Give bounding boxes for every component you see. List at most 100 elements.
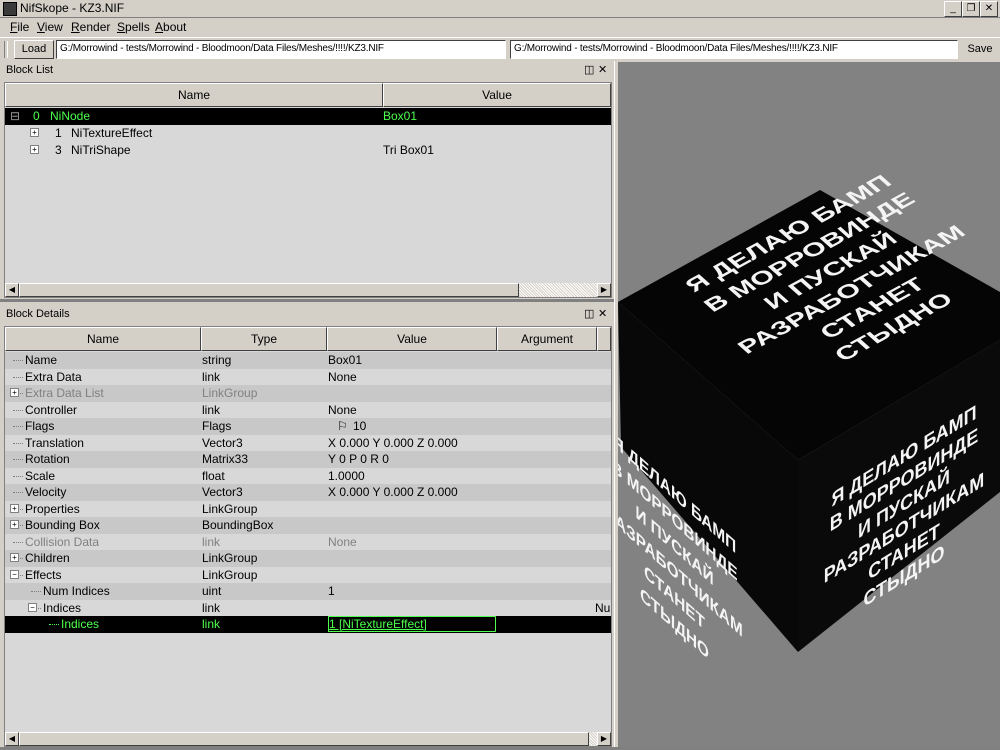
detail-row[interactable]: Indices link 1 [NiTextureEffect] (5, 616, 611, 633)
detail-row[interactable]: + Bounding Box BoundingBox (5, 517, 611, 534)
field-name: Indices (43, 600, 82, 615)
detail-row[interactable]: + Properties LinkGroup (5, 500, 611, 517)
block-details-panel: Block Details ◫ ✕ Name Type Value Argume… (0, 302, 614, 747)
column-header-argument[interactable]: Argument (497, 327, 597, 351)
scroll-left-icon[interactable]: ◀ (5, 732, 19, 746)
detail-row[interactable]: Flags Flags ⚐ 10 (5, 418, 611, 435)
detail-row[interactable]: − Indices link Nu (5, 599, 611, 616)
save-button[interactable]: Save (962, 41, 998, 58)
window-title: NifSkope - KZ3.NIF (20, 1, 125, 15)
detail-row[interactable]: Num Indices uint 1 (5, 583, 611, 600)
field-value[interactable]: X 0.000 Y 0.000 Z 0.000 (328, 435, 458, 451)
detail-row[interactable]: Translation Vector3 X 0.000 Y 0.000 Z 0.00… (5, 434, 611, 451)
restore-icon[interactable]: ❐ (962, 1, 980, 17)
tree-row-nitextureeffect[interactable]: + 1 NiTextureEffect (5, 125, 611, 142)
field-type: Matrix33 (202, 452, 249, 466)
flag-icon[interactable]: ⚐ (337, 418, 348, 434)
block-name: NiTriShape (71, 143, 131, 157)
collapse-icon[interactable]: ⊟ (10, 108, 20, 124)
float-icon[interactable]: ◫ (584, 307, 594, 320)
save-path-input[interactable]: G:/Morrowind - tests/Morrowind - Bloodmo… (510, 40, 958, 59)
collapse-icon[interactable]: − (28, 602, 37, 612)
detail-row[interactable]: Name string Box01 (5, 352, 611, 369)
block-details-tree: Name Type Value Argument Name string Box01… (4, 326, 612, 747)
expand-icon[interactable]: + (10, 520, 19, 529)
tree-connector (13, 475, 23, 477)
scroll-right-icon[interactable]: ▶ (597, 283, 611, 297)
block-list-hscrollbar[interactable]: ◀ ▶ (5, 283, 611, 297)
tree-connector (13, 442, 23, 444)
block-list-header: Block List ◫ ✕ (0, 61, 614, 80)
block-index: 1 (55, 126, 62, 140)
field-value[interactable]: 1.0000 (328, 468, 365, 484)
column-header-name[interactable]: Name (5, 83, 383, 107)
detail-row[interactable]: Rotation Matrix33 Y 0 P 0 R 0 (5, 451, 611, 468)
column-header-type[interactable]: Type (201, 327, 327, 351)
expand-icon[interactable]: + (30, 145, 39, 154)
scroll-right-icon[interactable]: ▶ (597, 732, 611, 746)
close-panel-icon[interactable]: ✕ (598, 63, 607, 76)
detail-row[interactable]: Collision Data link None (5, 533, 611, 550)
field-name: Indices (61, 617, 100, 631)
column-header-name[interactable]: Name (5, 327, 201, 351)
collapse-icon[interactable]: − (10, 569, 19, 579)
detail-row[interactable]: + Extra Data List LinkGroup (5, 385, 611, 402)
scroll-left-icon[interactable]: ◀ (5, 283, 19, 297)
app-icon (3, 2, 17, 16)
detail-rows: Name string Box01 Extra Data link None + Extra … (5, 352, 611, 732)
minimize-icon[interactable]: _ (944, 1, 962, 17)
field-name: Extra Data List (25, 386, 104, 400)
tree-row-nitrishape[interactable]: + 3 NiTriShape Tri Box01 (5, 142, 611, 159)
column-header-value[interactable]: Value (383, 83, 611, 107)
field-type: Vector3 (202, 485, 243, 499)
menu-view[interactable]: View (37, 20, 63, 34)
expand-icon[interactable]: + (10, 553, 19, 562)
field-value[interactable]: 1 [NiTextureEffect] (328, 616, 496, 632)
load-path-input[interactable]: G:/Morrowind - tests/Morrowind - Bloodmo… (56, 40, 506, 59)
column-header-value[interactable]: Value (327, 327, 497, 351)
detail-row[interactable]: Extra Data link None (5, 368, 611, 385)
field-type: link (202, 402, 221, 417)
detail-row[interactable]: − Effects LinkGroup (5, 566, 611, 583)
field-value[interactable]: X 0.000 Y 0.000 Z 0.000 (328, 484, 458, 500)
tree-connector (13, 376, 23, 378)
block-index: 0 (33, 109, 40, 123)
block-details-title: Block Details (6, 308, 70, 320)
block-list-title: Block List (6, 64, 54, 76)
field-value[interactable]: None (328, 402, 357, 418)
detail-row[interactable]: + Children LinkGroup (5, 550, 611, 567)
menu-about[interactable]: About (155, 20, 186, 34)
column-header-spacer (597, 327, 611, 351)
field-name: Rotation (25, 452, 70, 466)
expand-icon[interactable]: + (10, 503, 19, 513)
render-viewport[interactable]: Я ДЕЛАЮ БАМП В МОРРОВИНДЕ И ПУСКАЙ РАЗРАБОТ… (606, 62, 1000, 747)
expand-icon[interactable]: + (30, 128, 39, 137)
tree-row-ninode[interactable]: ⊟ 0 NiNode Box01 (5, 108, 611, 125)
scroll-thumb[interactable] (19, 283, 519, 297)
field-value[interactable]: None (328, 369, 357, 385)
close-icon[interactable]: ✕ (980, 1, 998, 17)
field-type: link (202, 369, 221, 384)
menu-file[interactable]: File (10, 20, 29, 34)
field-value[interactable]: 10 (353, 418, 366, 434)
field-name: Translation (25, 435, 84, 450)
field-value[interactable]: Box01 (328, 352, 362, 368)
load-button[interactable]: Load (14, 40, 54, 59)
field-name: Scale (25, 468, 56, 483)
expand-icon[interactable]: + (10, 388, 19, 397)
detail-row[interactable]: Velocity Vector3 X 0.000 Y 0.000 Z 0.000 (5, 484, 611, 501)
block-details-hscrollbar[interactable]: ◀ ▶ (5, 732, 611, 746)
field-value[interactable]: None (328, 534, 357, 550)
menu-spells[interactable]: Spells (117, 20, 150, 34)
toolbar: Load G:/Morrowind - tests/Morrowind - Bl… (0, 37, 1000, 62)
field-type: string (202, 353, 232, 367)
menu-render[interactable]: Render (71, 20, 110, 34)
close-panel-icon[interactable]: ✕ (598, 307, 607, 320)
detail-row[interactable]: Scale float 1.0000 (5, 467, 611, 484)
field-value[interactable]: Y 0 P 0 R 0 (328, 451, 389, 467)
field-name: Velocity (25, 485, 67, 499)
scroll-thumb[interactable] (19, 732, 589, 746)
float-icon[interactable]: ◫ (584, 63, 594, 76)
detail-row[interactable]: Controller link None (5, 401, 611, 418)
field-value[interactable]: 1 (328, 583, 335, 599)
